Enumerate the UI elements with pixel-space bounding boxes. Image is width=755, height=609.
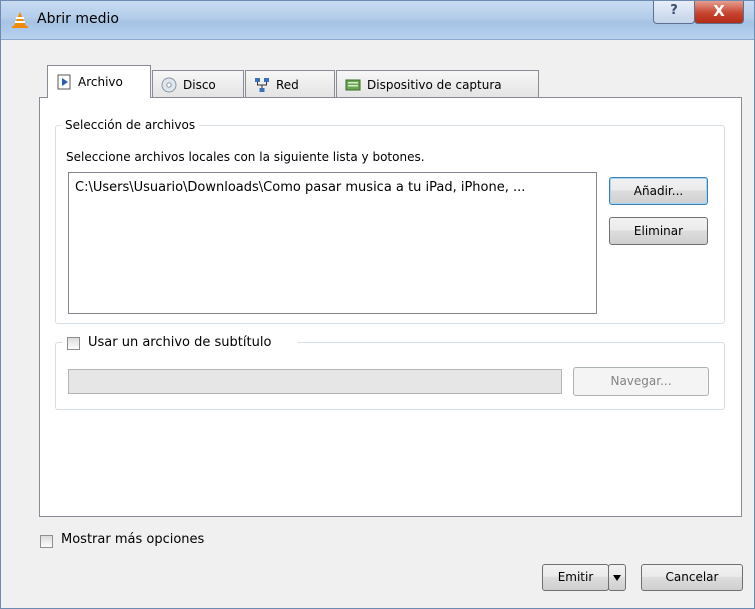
network-icon bbox=[255, 77, 269, 92]
file-selection-legend: Selección de archivos bbox=[61, 118, 200, 132]
help-icon: ? bbox=[670, 3, 678, 18]
more-options-label[interactable]: Mostrar más opciones bbox=[61, 532, 204, 547]
window-title: Abrir medio bbox=[37, 11, 119, 27]
subtitle-checkbox[interactable] bbox=[67, 337, 80, 350]
tab-label: Red bbox=[276, 77, 299, 92]
emit-button[interactable]: Emitir bbox=[542, 564, 609, 591]
file-selection-description: Seleccione archivos locales con la sigui… bbox=[66, 150, 425, 164]
add-button[interactable]: Añadir... bbox=[609, 177, 708, 205]
tab-disco[interactable]: Disco bbox=[152, 70, 244, 98]
close-icon: X bbox=[713, 2, 725, 20]
cancel-button[interactable]: Cancelar bbox=[641, 564, 743, 591]
tab-red[interactable]: Red bbox=[245, 70, 335, 98]
tab-dispositivo-captura[interactable]: Dispositivo de captura bbox=[336, 70, 539, 98]
subtitle-checkbox-label[interactable]: Usar un archivo de subtítulo bbox=[88, 335, 271, 350]
disc-icon bbox=[161, 77, 177, 92]
tab-label: Archivo bbox=[78, 75, 123, 89]
tab-label: Dispositivo de captura bbox=[367, 77, 502, 92]
list-item[interactable]: C:\Users\Usuario\Downloads\Como pasar mu… bbox=[75, 180, 525, 195]
tab-label: Disco bbox=[183, 77, 216, 92]
capture-device-icon bbox=[345, 79, 361, 90]
more-options-checkbox[interactable] bbox=[40, 535, 53, 548]
open-media-dialog: Abrir medio ? X Archivo Disco Red Dispos… bbox=[0, 0, 755, 609]
vlc-cone-icon bbox=[12, 12, 28, 28]
title-bar[interactable]: Abrir medio ? X bbox=[1, 1, 754, 40]
tab-archivo[interactable]: Archivo bbox=[47, 65, 151, 98]
remove-button[interactable]: Eliminar bbox=[609, 217, 708, 245]
emit-dropdown-button[interactable] bbox=[608, 564, 626, 591]
help-button[interactable]: ? bbox=[653, 1, 695, 24]
close-button[interactable]: X bbox=[694, 1, 744, 24]
chevron-down-icon bbox=[613, 574, 621, 581]
subtitle-path-field[interactable] bbox=[68, 369, 562, 394]
file-list[interactable]: C:\Users\Usuario\Downloads\Como pasar mu… bbox=[68, 172, 597, 314]
file-play-icon bbox=[57, 74, 71, 90]
browse-button[interactable]: Navegar... bbox=[573, 367, 709, 396]
